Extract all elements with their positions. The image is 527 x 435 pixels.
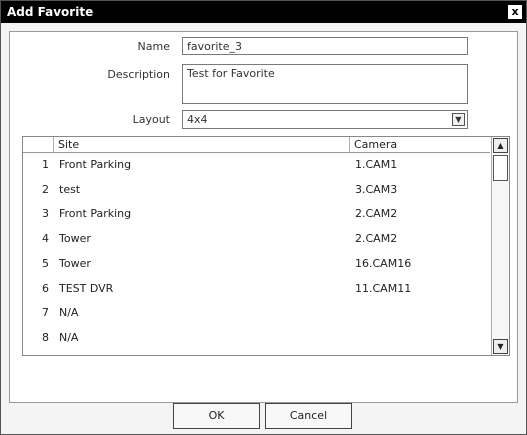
- table-row[interactable]: 6 TEST DVR 11.CAM11: [23, 278, 490, 300]
- camera-cell: 11.CAM11: [355, 281, 412, 295]
- add-favorite-dialog: Add Favorite x Name favorite_3 Descripti…: [0, 0, 527, 435]
- row-number: 4: [42, 232, 49, 246]
- layout-selected-value: 4x4: [187, 113, 208, 126]
- table-row[interactable]: 5 Tower 16.CAM16: [23, 253, 490, 275]
- vertical-scrollbar[interactable]: ▲ ▼: [491, 137, 509, 355]
- scrollbar-thumb[interactable]: [493, 155, 508, 181]
- camera-cell: 3.CAM3: [355, 182, 398, 196]
- ok-button[interactable]: OK: [173, 403, 260, 429]
- title-bar[interactable]: Add Favorite x: [1, 1, 526, 23]
- column-header-site[interactable]: Site: [53, 137, 349, 152]
- site-cell: Front Parking: [59, 207, 132, 221]
- table-row[interactable]: 8 N/A: [23, 327, 490, 349]
- camera-cell: 16.CAM16: [355, 256, 412, 270]
- table-row[interactable]: 7 N/A: [23, 302, 490, 324]
- row-number: 1: [42, 158, 49, 171]
- camera-cell: 2.CAM2: [355, 232, 398, 246]
- chevron-down-icon[interactable]: ▼: [452, 113, 465, 126]
- table-row[interactable]: 4 Tower 2.CAM2: [23, 228, 490, 250]
- layout-label: Layout: [132, 113, 170, 126]
- camera-cell: 1.CAM1: [355, 158, 398, 171]
- dialog-content: Name favorite_3 Description Test for Fav…: [9, 31, 518, 403]
- close-button[interactable]: x: [508, 5, 522, 19]
- table-header: Site Camera: [23, 137, 490, 153]
- row-number: 7: [42, 306, 49, 320]
- dialog-title: Add Favorite: [7, 5, 94, 19]
- site-cell: Front Parking: [59, 158, 132, 171]
- name-input[interactable]: favorite_3: [182, 37, 468, 55]
- table-row[interactable]: 2 test 3.CAM3: [23, 179, 490, 201]
- site-cell: Tower: [59, 232, 91, 246]
- column-header-camera[interactable]: Camera: [349, 137, 490, 152]
- row-number: 5: [42, 256, 49, 270]
- row-number: 3: [42, 207, 49, 221]
- cancel-button[interactable]: Cancel: [265, 403, 352, 429]
- row-number: 8: [42, 330, 49, 344]
- description-label: Description: [107, 68, 170, 81]
- camera-cell: 2.CAM2: [355, 207, 398, 221]
- table-row[interactable]: 1 Front Parking 1.CAM1: [23, 154, 490, 176]
- site-cell: N/A: [59, 306, 79, 320]
- site-cell: N/A: [59, 330, 79, 344]
- site-cell: TEST DVR: [59, 281, 114, 295]
- table-row[interactable]: 3 Front Parking 2.CAM2: [23, 203, 490, 225]
- favorites-table: Site Camera 1 Front Parking 1.CAM1 2 test 3.C…: [22, 136, 510, 356]
- row-number: 2: [42, 182, 49, 196]
- scroll-up-icon[interactable]: ▲: [493, 138, 508, 153]
- site-cell: test: [59, 182, 81, 196]
- name-label: Name: [137, 40, 170, 53]
- site-cell: Tower: [59, 256, 91, 270]
- description-input[interactable]: Test for Favorite: [182, 64, 468, 104]
- scroll-down-icon[interactable]: ▼: [493, 339, 508, 354]
- layout-select[interactable]: 4x4 ▼: [182, 110, 468, 129]
- row-number: 6: [42, 281, 49, 295]
